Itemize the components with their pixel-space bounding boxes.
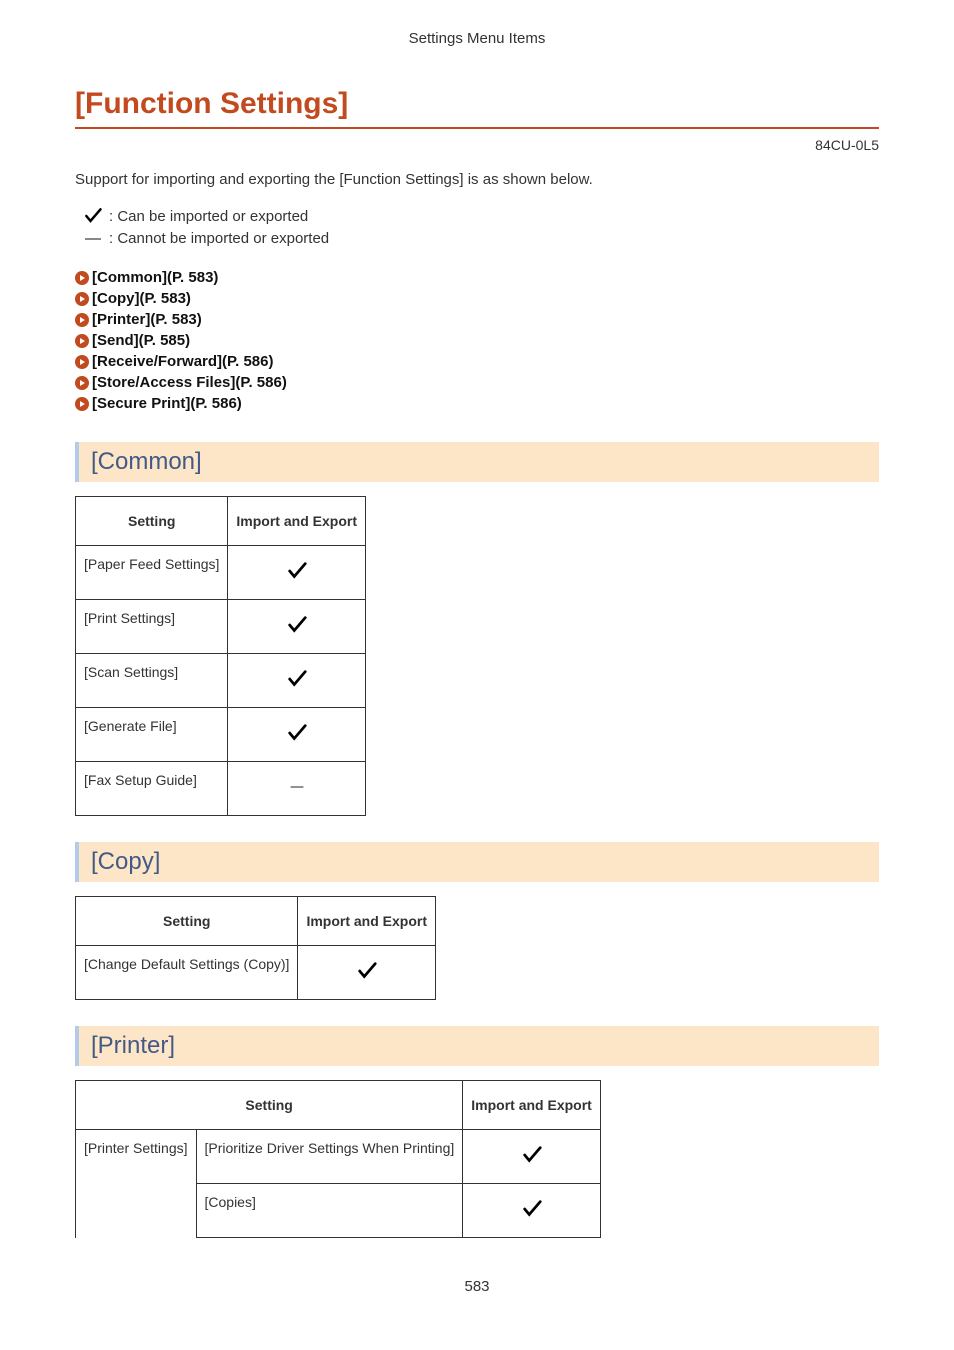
toc-link-receive-forward[interactable]: [Receive/Forward](P. 586) [75, 353, 879, 370]
legend-cannot-import: : Cannot be imported or exported [75, 230, 879, 247]
setting-cell: [Print Settings] [76, 600, 228, 654]
ie-cell [298, 946, 436, 1000]
table-row: [Generate File] [76, 708, 366, 762]
toc-label: [Receive/Forward](P. 586) [92, 353, 273, 370]
intro-text: Support for importing and exporting the … [75, 171, 879, 188]
toc-link-copy[interactable]: [Copy](P. 583) [75, 290, 879, 307]
toc-link-send[interactable]: [Send](P. 585) [75, 332, 879, 349]
setting-cell: [Copies] [196, 1184, 463, 1238]
table-row: [Print Settings] [76, 600, 366, 654]
setting-cell: [Change Default Settings (Copy)] [76, 946, 298, 1000]
table-row: [Scan Settings] [76, 654, 366, 708]
col-import-export: Import and Export [228, 497, 366, 546]
group-cell: [Printer Settings] [76, 1130, 197, 1238]
document-code: 84CU-0L5 [75, 137, 879, 153]
arrow-icon [75, 271, 89, 285]
table-row: [Change Default Settings (Copy)] [76, 946, 436, 1000]
ie-cell [228, 762, 366, 816]
check-icon [83, 206, 103, 226]
section-heading-printer: [Printer] [75, 1026, 879, 1066]
toc-label: [Copy](P. 583) [92, 290, 191, 307]
common-table: Setting Import and Export [Paper Feed Se… [75, 496, 366, 816]
table-header-row: Setting Import and Export [76, 1081, 601, 1130]
page-title: [Function Settings] [75, 87, 879, 129]
toc-label: [Send](P. 585) [92, 332, 190, 349]
setting-cell: [Generate File] [76, 708, 228, 762]
arrow-icon [75, 334, 89, 348]
ie-cell [463, 1184, 601, 1238]
section-heading-common: [Common] [75, 442, 879, 482]
chapter-label: Settings Menu Items [75, 30, 879, 47]
setting-cell: [Paper Feed Settings] [76, 546, 228, 600]
printer-table: Setting Import and Export [Printer Setti… [75, 1080, 601, 1238]
col-setting: Setting [76, 1081, 463, 1130]
dash-icon [83, 237, 103, 241]
toc-link-printer[interactable]: [Printer](P. 583) [75, 311, 879, 328]
table-header-row: Setting Import and Export [76, 497, 366, 546]
col-import-export: Import and Export [463, 1081, 601, 1130]
ie-cell [228, 546, 366, 600]
setting-cell: [Scan Settings] [76, 654, 228, 708]
legend-can-import: : Can be imported or exported [75, 206, 879, 226]
toc-label: [Common](P. 583) [92, 269, 218, 286]
table-header-row: Setting Import and Export [76, 897, 436, 946]
legend-cannot-text: : Cannot be imported or exported [109, 230, 329, 247]
toc-link-secure-print[interactable]: [Secure Print](P. 586) [75, 395, 879, 412]
legend-can-text: : Can be imported or exported [109, 208, 308, 225]
ie-cell [228, 708, 366, 762]
arrow-icon [75, 313, 89, 327]
col-setting: Setting [76, 497, 228, 546]
arrow-icon [75, 292, 89, 306]
table-row: [Paper Feed Settings] [76, 546, 366, 600]
setting-cell: [Fax Setup Guide] [76, 762, 228, 816]
arrow-icon [75, 397, 89, 411]
arrow-icon [75, 376, 89, 390]
ie-cell [228, 654, 366, 708]
ie-cell [228, 600, 366, 654]
toc-label: [Printer](P. 583) [92, 311, 202, 328]
col-import-export: Import and Export [298, 897, 436, 946]
toc: [Common](P. 583) [Copy](P. 583) [Printer… [75, 269, 879, 412]
toc-link-common[interactable]: [Common](P. 583) [75, 269, 879, 286]
table-row: [Fax Setup Guide] [76, 762, 366, 816]
page-number: 583 [75, 1278, 879, 1295]
toc-link-store-access[interactable]: [Store/Access Files](P. 586) [75, 374, 879, 391]
toc-label: [Store/Access Files](P. 586) [92, 374, 287, 391]
ie-cell [463, 1130, 601, 1184]
col-setting: Setting [76, 897, 298, 946]
arrow-icon [75, 355, 89, 369]
toc-label: [Secure Print](P. 586) [92, 395, 242, 412]
section-heading-copy: [Copy] [75, 842, 879, 882]
copy-table: Setting Import and Export [Change Defaul… [75, 896, 436, 1000]
table-row: [Printer Settings] [Prioritize Driver Se… [76, 1130, 601, 1184]
setting-cell: [Prioritize Driver Settings When Printin… [196, 1130, 463, 1184]
